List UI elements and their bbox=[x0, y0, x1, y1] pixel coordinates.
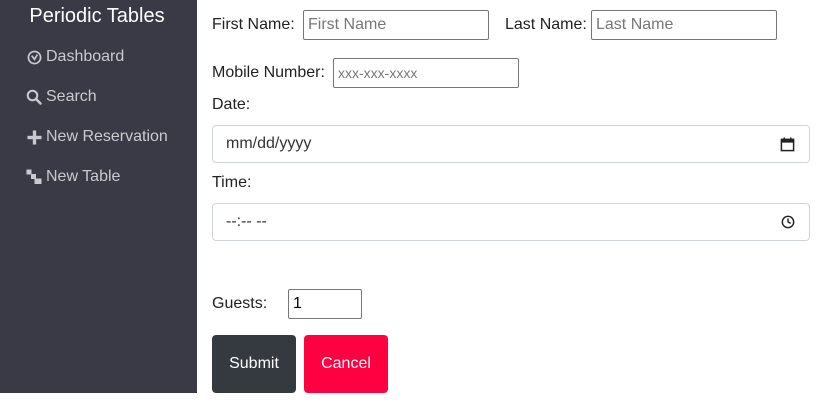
guests-label: Guests: bbox=[212, 295, 268, 312]
sidebar-item-label: Search bbox=[46, 88, 97, 105]
sidebar-item-label: Dashboard bbox=[46, 48, 125, 65]
time-label: Time: bbox=[212, 174, 252, 191]
sidebar-item-dashboard[interactable]: Dashboard bbox=[25, 46, 124, 68]
plus-icon bbox=[25, 128, 43, 146]
last-name-input[interactable] bbox=[591, 10, 777, 40]
date-label: Date: bbox=[212, 96, 251, 113]
first-name-label: First Name: bbox=[212, 16, 295, 33]
dashboard-icon bbox=[25, 48, 43, 66]
app-title: Periodic Tables bbox=[29, 5, 165, 27]
calendar-icon[interactable] bbox=[780, 136, 795, 152]
app: Periodic Tables Dashboard Search New Res… bbox=[0, 0, 820, 402]
date-input[interactable]: mm/dd/yyyy bbox=[212, 125, 810, 163]
cancel-button[interactable]: Cancel bbox=[304, 335, 388, 393]
sidebar-item-new-table[interactable]: New Table bbox=[25, 166, 120, 188]
sidebar-item-label: New Table bbox=[46, 168, 121, 185]
sidebar-item-search[interactable]: Search bbox=[25, 86, 97, 108]
guests-input[interactable] bbox=[288, 289, 362, 319]
mobile-number-label: Mobile Number: bbox=[212, 64, 325, 81]
submit-button[interactable]: Submit bbox=[212, 335, 296, 393]
clock-icon[interactable] bbox=[781, 215, 795, 229]
first-name-input[interactable] bbox=[303, 10, 489, 40]
mobile-number-input[interactable] bbox=[333, 58, 519, 88]
sidebar: Periodic Tables Dashboard Search New Res… bbox=[0, 0, 197, 393]
time-input[interactable]: --:-- -- bbox=[212, 203, 810, 241]
sidebar-item-label: New Reservation bbox=[46, 128, 168, 145]
date-input-value: mm/dd/yyyy bbox=[226, 135, 312, 152]
time-input-value: --:-- -- bbox=[226, 213, 267, 230]
last-name-label: Last Name: bbox=[505, 16, 587, 33]
table-icon bbox=[25, 168, 43, 186]
sidebar-item-new-reservation[interactable]: New Reservation bbox=[25, 126, 168, 148]
search-icon bbox=[25, 88, 43, 106]
